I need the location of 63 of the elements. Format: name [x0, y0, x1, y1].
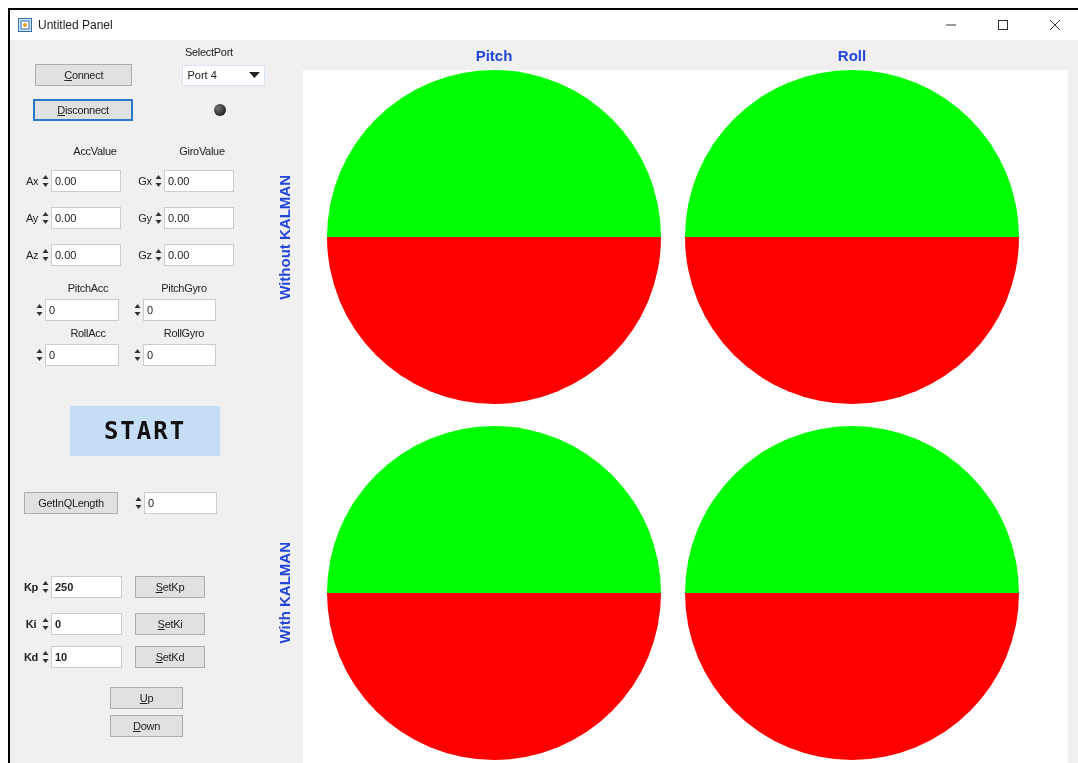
- column-header: Pitch: [475, 46, 513, 64]
- gain-label: Ki: [24, 617, 38, 630]
- down-button[interactable]: Down: [110, 715, 183, 737]
- spinner-arrows-icon[interactable]: [155, 210, 162, 225]
- number-field[interactable]: 0: [143, 343, 216, 366]
- number-field[interactable]: 0: [51, 612, 122, 635]
- angle-label: RollGyro: [162, 327, 206, 339]
- gyro-header: GiroValue: [178, 145, 226, 157]
- spinner-arrows-icon[interactable]: [135, 495, 142, 510]
- up-button[interactable]: Up: [110, 687, 183, 709]
- angle-label: PitchGyro: [160, 282, 208, 294]
- spinner-arrows-icon[interactable]: [42, 649, 49, 664]
- spinner-arrows-icon[interactable]: [42, 210, 49, 225]
- get-queue-length-button[interactable]: GetInQLength: [24, 491, 118, 514]
- disconnect-button[interactable]: Disconnect: [33, 99, 133, 121]
- number-field[interactable]: 0: [45, 343, 119, 366]
- set-gain-button[interactable]: SetKp: [135, 575, 205, 598]
- spinner-arrows-icon[interactable]: [36, 347, 43, 362]
- row-label: Without KALMAN: [275, 174, 293, 300]
- window-title: Untitled Panel: [38, 18, 113, 32]
- set-gain-button[interactable]: SetKd: [135, 645, 205, 668]
- app-icon: [18, 18, 32, 32]
- angle-label: PitchAcc: [66, 282, 110, 294]
- number-field[interactable]: 0.00: [51, 169, 121, 192]
- spinner-arrows-icon[interactable]: [155, 247, 162, 262]
- axis-label: Ax: [24, 174, 40, 187]
- number-field[interactable]: 0: [45, 298, 119, 321]
- axis-label: Gz: [137, 248, 153, 261]
- number-field[interactable]: 10: [51, 645, 122, 668]
- number-field[interactable]: 0.00: [164, 243, 234, 266]
- number-field[interactable]: 0.00: [51, 206, 121, 229]
- spinner-arrows-icon[interactable]: [134, 302, 141, 317]
- gain-label: Kp: [22, 580, 40, 593]
- connect-button[interactable]: Connect: [35, 64, 133, 86]
- gain-label: Kd: [22, 650, 40, 663]
- column-header: Roll: [837, 46, 867, 64]
- number-field[interactable]: 0.00: [164, 169, 234, 192]
- close-icon[interactable]: [1049, 19, 1061, 31]
- port-label: SelectPort: [185, 46, 233, 58]
- spinner-arrows-icon[interactable]: [42, 579, 49, 594]
- number-field[interactable]: 0: [144, 491, 217, 514]
- axis-label: Ay: [24, 211, 39, 224]
- port-dropdown[interactable]: Port 4: [182, 64, 265, 86]
- spinner-arrows-icon[interactable]: [42, 616, 49, 631]
- number-field[interactable]: 0.00: [164, 206, 234, 229]
- angle-label: RollAcc: [69, 327, 107, 339]
- number-field[interactable]: 250: [51, 575, 122, 598]
- axis-label: Az: [24, 248, 40, 261]
- maximize-icon[interactable]: [997, 19, 1009, 31]
- spinner-arrows-icon[interactable]: [155, 173, 162, 188]
- number-field[interactable]: 0: [143, 298, 216, 321]
- dropdown-arrow-icon: [249, 72, 260, 78]
- spinner-arrows-icon[interactable]: [134, 347, 141, 362]
- acc-header: AccValue: [72, 145, 118, 157]
- set-gain-button[interactable]: SetKi: [135, 612, 205, 635]
- axis-label: Gx: [137, 174, 153, 187]
- spinner-arrows-icon[interactable]: [36, 302, 43, 317]
- start-button[interactable]: START: [70, 406, 220, 456]
- row-label: With KALMAN: [275, 542, 293, 644]
- axis-label: Gy: [137, 211, 153, 224]
- number-field[interactable]: 0.00: [51, 243, 121, 266]
- spinner-arrows-icon[interactable]: [42, 173, 49, 188]
- spinner-arrows-icon[interactable]: [42, 247, 49, 262]
